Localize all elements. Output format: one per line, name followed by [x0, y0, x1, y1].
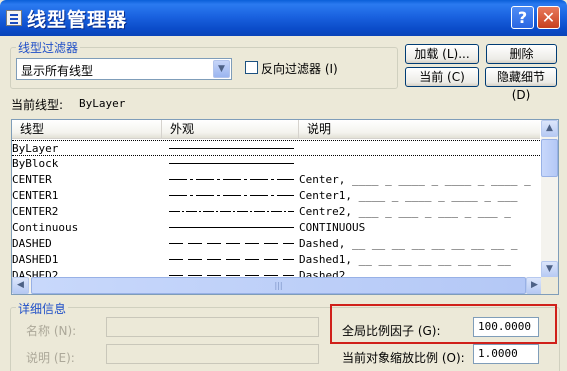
details-group-label: 详细信息	[16, 300, 69, 317]
linetype-appearance	[169, 211, 294, 212]
hide-details-button[interactable]: 隐藏细节 (D)	[485, 67, 557, 102]
linetype-description: Center1, ____ _ ____ _ ____ _ ___	[299, 189, 518, 202]
linetype-name: ByLayer	[12, 142, 59, 155]
list-row[interactable]: ByBlock	[12, 156, 540, 172]
scroll-down-arrow-icon[interactable]: ▼	[541, 261, 558, 278]
app-icon	[6, 10, 22, 26]
list-row[interactable]: DASHED Dashed, __ __ __ __ __ __ __ __ _	[12, 236, 540, 252]
window-title: 线型管理器	[27, 9, 128, 31]
linetype-name: ByBlock	[12, 157, 59, 170]
vertical-scrollbar[interactable]: ▲ ▼	[541, 120, 558, 278]
linetype-appearance	[169, 275, 294, 276]
invert-filter-label[interactable]: 反向过滤器 (I)	[261, 60, 338, 77]
load-button[interactable]: 加载 (L)...	[405, 44, 479, 64]
dialog-content: 线型过滤器 显示所有线型 ▼ 反向过滤器 (I) 加载 (L)... 删除 当前…	[3, 36, 564, 371]
linetype-appearance	[169, 179, 294, 180]
linetype-name: CENTER2	[12, 205, 59, 218]
linetype-name: DASHED1	[12, 253, 59, 266]
title-bar[interactable]: 线型管理器 ? ✕	[0, 0, 567, 36]
help-button[interactable]: ?	[511, 6, 534, 29]
list-row[interactable]: Continuous CONTINUOUS	[12, 220, 540, 236]
name-label: 名称 (N):	[26, 324, 77, 338]
linetype-appearance	[169, 243, 294, 244]
horizontal-scrollbar[interactable]: ◀ ||| ▶	[12, 277, 543, 294]
scroll-up-arrow-icon[interactable]: ▲	[541, 120, 558, 137]
linetype-manager-window: 线型管理器 ? ✕ 线型过滤器 显示所有线型 ▼ 反向过滤器 (I) 加载 (L…	[0, 0, 567, 371]
list-row[interactable]: DASHED1 Dashed1, __ __ __ __ __ __ __ __	[12, 252, 540, 268]
linetype-appearance	[169, 148, 294, 149]
description-field	[106, 344, 319, 364]
linetype-description: CONTINUOUS	[299, 221, 366, 234]
chevron-down-icon[interactable]: ▼	[213, 60, 230, 78]
list-row[interactable]: CENTER1 Center1, ____ _ ____ _ ____ _ ___	[12, 188, 540, 204]
linetype-list[interactable]: 线型 外观 说明 ByLayer ByBlock CENTER Center, ___…	[11, 119, 559, 295]
linetype-description: Dashed1, __ __ __ __ __ __ __ __	[299, 253, 511, 266]
column-header-linetype[interactable]: 线型	[12, 120, 162, 139]
global-scale-input[interactable]: 100.0000	[473, 317, 539, 337]
description-label: 说明 (E):	[26, 351, 75, 365]
linetype-appearance	[169, 163, 294, 164]
close-button[interactable]: ✕	[537, 6, 560, 29]
invert-filter-checkbox[interactable]	[245, 61, 258, 74]
linetype-name: CENTER	[12, 173, 52, 186]
list-rows: ByLayer ByBlock CENTER Center, ____ _ ____ …	[12, 140, 540, 278]
horizontal-scroll-thumb[interactable]: |||	[31, 277, 526, 294]
filter-dropdown[interactable]: 显示所有线型 ▼	[16, 58, 232, 80]
global-scale-label: 全局比例因子 (G):	[342, 324, 441, 338]
current-scale-label: 当前对象缩放比例 (O):	[342, 351, 465, 365]
name-field	[106, 317, 319, 337]
scroll-grip-icon: |||	[274, 281, 283, 290]
filter-group-label: 线型过滤器	[16, 39, 81, 56]
linetype-name: DASHED	[12, 237, 52, 250]
list-header: 线型 外观 说明	[12, 120, 540, 139]
linetype-name: Continuous	[12, 221, 79, 234]
scrollbar-corner	[541, 277, 558, 294]
delete-button[interactable]: 删除	[486, 44, 557, 64]
column-header-appearance[interactable]: 外观	[162, 120, 299, 139]
list-row[interactable]: CENTER Center, ____ _ ____ _ ____ _ ____ …	[12, 172, 540, 188]
current-linetype-label: 当前线型:	[11, 98, 64, 112]
filter-dropdown-value: 显示所有线型	[21, 64, 94, 78]
linetype-appearance	[169, 259, 294, 260]
current-linetype-value: ByLayer	[79, 97, 126, 110]
list-row[interactable]: ByLayer	[12, 140, 540, 156]
current-scale-input[interactable]: 1.0000	[473, 344, 539, 364]
linetype-appearance	[169, 195, 294, 196]
vertical-scroll-thumb[interactable]	[541, 139, 558, 177]
linetype-description: Centre2, ___ _ ___ _ ___ _ ___ _	[299, 205, 511, 218]
linetype-name: CENTER1	[12, 189, 59, 202]
set-current-button[interactable]: 当前 (C)	[405, 67, 479, 87]
scroll-left-arrow-icon[interactable]: ◀	[12, 277, 29, 294]
linetype-description: Center, ____ _ ____ _ ____ _ ____ _	[299, 173, 531, 186]
column-header-description[interactable]: 说明	[299, 120, 540, 139]
linetype-appearance	[169, 227, 294, 228]
list-row[interactable]: CENTER2 Centre2, ___ _ ___ _ ___ _ ___ _	[12, 204, 540, 220]
linetype-description: Dashed, __ __ __ __ __ __ __ __ _	[299, 237, 518, 250]
